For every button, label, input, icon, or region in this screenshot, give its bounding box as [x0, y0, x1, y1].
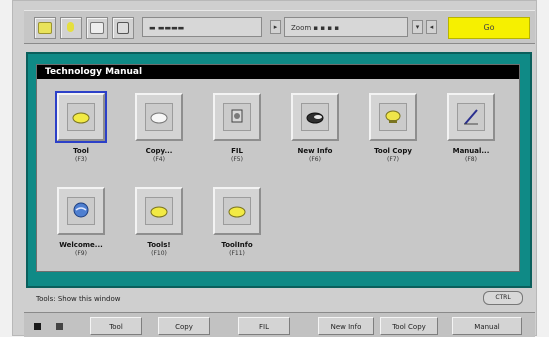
tile-fil-label: FIL [231, 147, 243, 155]
bulb-button[interactable] [60, 17, 82, 39]
bottom-button-manual[interactable]: Manual [452, 317, 522, 335]
tile-welcome-sub: (F9) [75, 250, 87, 257]
tile-tools-label: Tools! [147, 241, 171, 249]
tile-tools-sub: (F10) [151, 250, 167, 257]
window-button[interactable] [86, 17, 108, 39]
yellow-blob-icon [150, 206, 168, 218]
window-title: Technology Manual [45, 67, 143, 77]
toolbar-separator-button[interactable]: ▸ [270, 20, 281, 34]
tile-welcome[interactable] [57, 187, 105, 235]
toolbar-field-1[interactable]: ▬ ▬▬▬▬ [142, 17, 262, 37]
tile-tool[interactable] [55, 91, 107, 143]
tile-manual[interactable] [447, 93, 495, 141]
tile-new-info-label: New Info [297, 147, 333, 155]
zoom-field[interactable]: Zoom ▪ ▪ ▪ ▪ [284, 17, 408, 37]
tile-copy[interactable] [135, 93, 183, 141]
small-dot-icon[interactable] [56, 323, 63, 330]
tile-new-info-sub: (F6) [309, 156, 321, 163]
tile-tool-copy-sub: (F7) [387, 156, 399, 163]
bottom-button-new-info[interactable]: New Info [318, 317, 374, 335]
printer-icon [117, 22, 129, 34]
pen-icon [464, 109, 478, 125]
yellow-blob-icon [385, 110, 401, 123]
window-icon [90, 22, 104, 34]
tile-manual-sub: (F8) [465, 156, 477, 163]
zoom-dropdown-button[interactable]: ▾ [412, 20, 423, 34]
main-window: Technology Manual Tool (F3) Copy... (F4)… [36, 64, 520, 272]
zoom-apply-button[interactable]: ◂ [426, 20, 437, 34]
tile-tool-label: Tool [73, 147, 89, 155]
window-titlebar[interactable]: Technology Manual [37, 65, 519, 79]
tile-new-info[interactable] [291, 93, 339, 141]
white-blob-icon [150, 112, 168, 124]
bottom-button-copy[interactable]: Copy [158, 317, 210, 335]
go-button[interactable]: Go [448, 17, 530, 39]
tile-tools[interactable] [135, 187, 183, 235]
tile-fil-sub: (F5) [231, 156, 243, 163]
status-button[interactable]: CTRL [483, 291, 523, 305]
top-toolbar: ▬ ▬▬▬▬ ▸ Zoom ▪ ▪ ▪ ▪ ▾ ◂ Go [24, 10, 535, 44]
yellow-blob-icon [72, 112, 90, 124]
tile-fil[interactable] [213, 93, 261, 141]
tile-copy-label: Copy... [145, 147, 173, 155]
bottom-button-tool[interactable]: Tool [90, 317, 142, 335]
globe-icon [73, 202, 89, 218]
gear-icon [231, 109, 243, 123]
tile-copy-sub: (F4) [153, 156, 165, 163]
bulb-icon [67, 22, 74, 32]
record-icon[interactable] [34, 323, 41, 330]
tile-tool-sub: (F3) [75, 156, 87, 163]
yellow-blob-icon [228, 206, 246, 218]
bottom-button-tool-copy[interactable]: Tool Copy [380, 317, 438, 335]
tile-toolinfo-sub: (F11) [229, 250, 245, 257]
tile-toolinfo[interactable] [213, 187, 261, 235]
tile-tool-copy-label: Tool Copy [374, 147, 412, 155]
bottom-button-fil[interactable]: FIL [238, 317, 290, 335]
tile-manual-label: Manual... [452, 147, 490, 155]
tile-tool-copy[interactable] [369, 93, 417, 141]
dark-blob-icon [306, 112, 324, 124]
print-button[interactable] [112, 17, 134, 39]
bottom-toolbar: Tool Copy FIL New Info Tool Copy Manual [24, 312, 535, 337]
tile-toolinfo-label: ToolInfo [221, 241, 253, 249]
folder-icon [38, 22, 52, 34]
status-text: Tools: Show this window [36, 295, 121, 303]
folder-button[interactable] [34, 17, 56, 39]
tile-welcome-label: Welcome... [59, 241, 103, 249]
